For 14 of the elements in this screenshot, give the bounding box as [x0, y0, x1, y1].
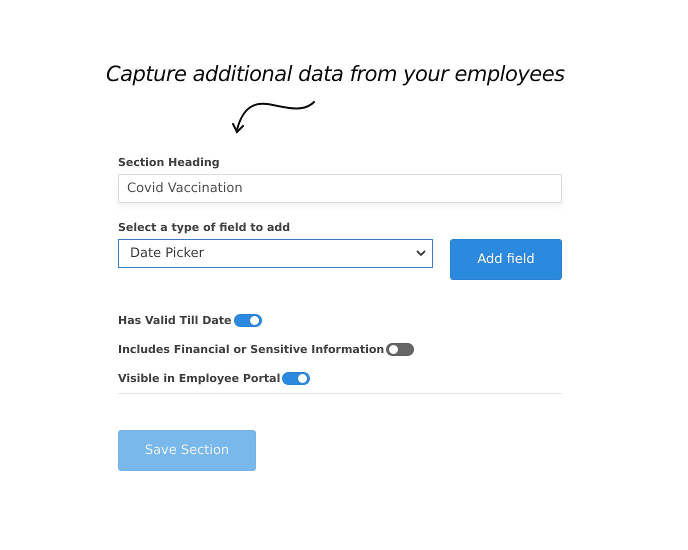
field-label: Section Heading — [118, 156, 220, 169]
add-field-button[interactable]: Add field — [450, 239, 562, 280]
chevron-down-icon — [416, 250, 426, 257]
field-type-dropdown[interactable]: Date Picker — [118, 239, 433, 268]
toggle-label: Includes Financial or Sensitive Information — [118, 343, 384, 356]
curved-arrow-icon — [232, 100, 316, 136]
toggle-switch[interactable] — [282, 372, 310, 385]
toggle-switch[interactable] — [386, 343, 414, 356]
toggle-label: Visible in Employee Portal — [118, 372, 280, 385]
toggle-label: Has Valid Till Date — [118, 314, 232, 327]
toggle-switch[interactable] — [234, 314, 262, 327]
handwritten-caption: Capture additional data from your employees — [106, 62, 565, 86]
section-heading-field[interactable]: Covid Vaccination — [118, 174, 562, 203]
field-label: Select a type of field to add — [118, 221, 290, 234]
